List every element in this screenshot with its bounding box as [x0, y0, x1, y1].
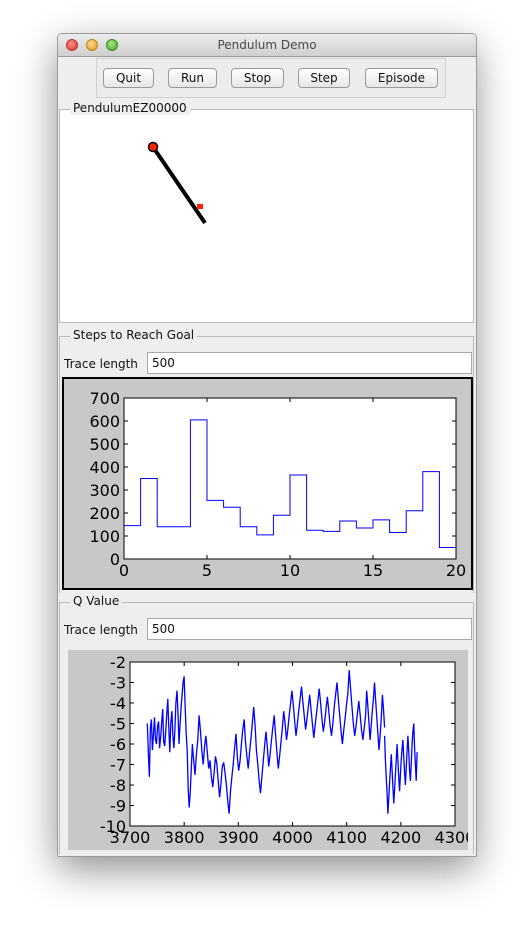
q-ytick-label: -10 [100, 817, 126, 836]
q-xtick-label: 4300 [435, 828, 468, 847]
steps-ytick-label: 200 [89, 504, 120, 523]
step-button[interactable]: Step [298, 68, 350, 88]
q-value-panel-title: Q Value [70, 594, 123, 608]
steps-xtick-label: 20 [446, 561, 466, 580]
q-xtick-label: 3800 [164, 828, 205, 847]
steps-trace-length-input[interactable] [147, 352, 472, 374]
q-trace-length-input[interactable] [147, 618, 472, 640]
quit-button[interactable]: Quit [103, 68, 154, 88]
steps-chart: 0 5 10 15 200100200300400500600700 [64, 379, 471, 588]
q-ytick-label: -7 [110, 756, 126, 775]
app-window: Pendulum Demo Quit Run Stop Step Episode… [57, 33, 477, 857]
q-trace-length-label: Trace length [64, 623, 138, 637]
q-ytick-label: -8 [110, 776, 126, 795]
steps-chart-frame: 0 5 10 15 20 0 100 200 300 400 500 600 700 [62, 377, 473, 590]
q-ytick-label: -4 [110, 694, 126, 713]
window-title: Pendulum Demo [217, 38, 317, 52]
steps-ytick-label: 700 [89, 389, 120, 408]
steps-ytick-label: 0 [110, 550, 120, 569]
q-ytick-label: -5 [110, 715, 126, 734]
q-value-panel: Q Value Trace length 3700380039004000410… [59, 594, 474, 854]
pendulum-canvas [60, 110, 473, 322]
q-xtick-label: 4100 [326, 828, 367, 847]
q-xtick-label: 3900 [218, 828, 259, 847]
steps-ytick-label: 100 [89, 527, 120, 546]
q-ytick-label: -9 [110, 797, 126, 816]
pendulum-rod [151, 145, 207, 225]
title-bar[interactable]: Pendulum Demo [58, 34, 476, 57]
steps-ytick-label: 600 [89, 412, 120, 431]
stop-button[interactable]: Stop [231, 68, 284, 88]
pendulum-view [147, 141, 207, 225]
q-xtick-label: 4000 [272, 828, 313, 847]
pendulum-panel-title: PendulumEZ00000 [70, 101, 190, 115]
steps-ytick-label: 500 [89, 435, 120, 454]
pendulum-pivot [147, 141, 159, 153]
goal-marker [197, 204, 203, 209]
steps-ytick-label: 400 [89, 458, 120, 477]
q-ytick-label: -6 [110, 735, 126, 754]
q-ytick-label: -3 [110, 674, 126, 693]
steps-xtick-label: 0 [119, 561, 129, 580]
pendulum-panel: PendulumEZ00000 [59, 101, 474, 323]
episode-button[interactable]: Episode [365, 68, 438, 88]
q-chart-frame: 3700380039004000410042004300-2-3-4-5-6-7… [68, 650, 468, 850]
q-xtick-label: 4200 [380, 828, 421, 847]
steps-ytick-label: 300 [89, 481, 120, 500]
steps-xtick-label: 10 [280, 561, 300, 580]
steps-panel-title: Steps to Reach Goal [70, 328, 198, 342]
run-button[interactable]: Run [168, 68, 217, 88]
q-value-chart: 3700380039004000410042004300-2-3-4-5-6-7… [68, 650, 468, 850]
steps-xtick-label: 15 [363, 561, 383, 580]
steps-panel: Steps to Reach Goal Trace length 0 5 10 15 2… [59, 328, 474, 593]
q-ytick-label: -2 [110, 653, 126, 672]
steps-trace-length-label: Trace length [64, 357, 138, 371]
steps-xtick-label: 5 [202, 561, 212, 580]
toolbar: Quit Run Stop Step Episode [96, 58, 446, 98]
